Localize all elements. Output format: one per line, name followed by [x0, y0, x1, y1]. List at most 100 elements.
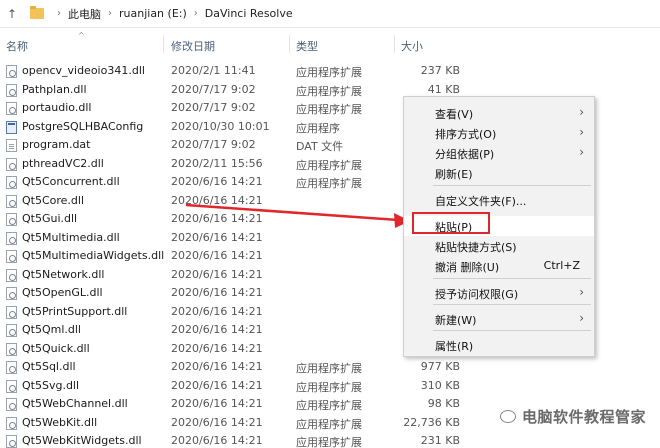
file-name[interactable]: Qt5OpenGL.dll — [22, 286, 103, 299]
paste-highlight-box — [412, 212, 490, 234]
file-name[interactable]: Qt5PrintSupport.dll — [22, 305, 127, 318]
breadcrumb-folder[interactable]: DaVinci Resolve — [205, 7, 293, 20]
file-size: 41 KB — [427, 82, 460, 96]
dll-file-icon — [6, 176, 17, 189]
file-date: 2020/6/16 14:21 — [171, 415, 263, 429]
folder-icon — [30, 6, 44, 19]
dll-file-icon — [6, 287, 17, 300]
address-bar[interactable]: ↑ › 此电脑 › ruanjian (E:) › DaVinci Resolv… — [0, 0, 660, 28]
breadcrumb-drive[interactable]: ruanjian (E:) — [119, 7, 187, 20]
file-row[interactable]: opencv_videoio341.dll 2020/2/1 11:41 应用程序扩… — [0, 62, 660, 81]
file-name[interactable]: Qt5MultimediaWidgets.dll — [22, 249, 164, 262]
column-header-row: ^ 名称 修改日期 类型 大小 — [0, 31, 660, 55]
column-header-size[interactable]: 大小 — [401, 38, 423, 54]
menu-item-view[interactable]: 查看(V) › — [404, 103, 594, 123]
file-row[interactable]: Qt5Sql.dll 2020/6/16 14:21 应用程序扩展 977 KB — [0, 358, 660, 377]
menu-separator — [433, 278, 591, 279]
menu-item-give-access[interactable]: 授予访问权限(G) › — [404, 283, 594, 303]
column-header-date[interactable]: 修改日期 — [171, 38, 215, 54]
menu-item-label: 排序方式(O) — [435, 128, 497, 141]
file-name[interactable]: Qt5Quick.dll — [22, 342, 90, 355]
file-size: 231 KB — [420, 434, 460, 447]
menu-item-new[interactable]: 新建(W) › — [404, 309, 594, 329]
menu-item-group-by[interactable]: 分组依据(P) › — [404, 143, 594, 163]
dll-file-icon — [6, 305, 17, 319]
breadcrumb-this-pc[interactable]: 此电脑 — [68, 6, 101, 22]
file-name[interactable]: Qt5Multimedia.dll — [22, 231, 120, 244]
file-date: 2020/6/16 14:21 — [171, 304, 263, 318]
column-header-name[interactable]: 名称 — [6, 38, 28, 54]
column-divider[interactable] — [394, 35, 395, 53]
menu-item-label: 属性(R) — [435, 340, 474, 353]
file-name[interactable]: Qt5Concurrent.dll — [22, 175, 120, 188]
menu-item-paste-shortcut[interactable]: 粘贴快捷方式(S) — [404, 236, 594, 256]
application-icon — [6, 120, 17, 134]
breadcrumb-separator-icon: › — [108, 8, 112, 19]
file-name[interactable]: Qt5WebKitWidgets.dll — [22, 434, 142, 447]
file-type: 应用程序扩展 — [296, 66, 362, 79]
file-date: 2020/6/16 14:21 — [171, 323, 263, 336]
up-arrow-icon[interactable]: ↑ — [2, 7, 22, 21]
file-date: 2020/6/16 14:21 — [171, 378, 263, 392]
file-name[interactable]: PostgreSQLHBAConfig — [22, 120, 143, 133]
file-type: 应用程序扩展 — [296, 417, 362, 431]
file-type: 应用程序扩展 — [296, 436, 362, 448]
sort-ascending-icon: ^ — [78, 31, 85, 40]
dll-file-icon — [6, 83, 17, 97]
file-date: 2020/6/16 14:21 — [171, 267, 263, 281]
menu-item-sort-by[interactable]: 排序方式(O) › — [404, 123, 594, 143]
file-name[interactable]: Qt5Gui.dll — [22, 212, 77, 225]
menu-item-label: 自定义文件夹(F)... — [435, 195, 527, 208]
file-date: 2020/6/16 14:21 — [171, 286, 263, 299]
file-name[interactable]: pthreadVC2.dll — [22, 157, 104, 170]
dll-file-icon — [6, 102, 17, 115]
file-row[interactable]: Qt5Svg.dll 2020/6/16 14:21 应用程序扩展 310 KB — [0, 377, 660, 396]
file-name[interactable]: opencv_videoio341.dll — [22, 64, 145, 77]
submenu-chevron-icon: › — [579, 105, 584, 119]
file-name[interactable]: Qt5Sql.dll — [22, 360, 76, 373]
menu-item-customize-folder[interactable]: 自定义文件夹(F)... — [404, 190, 594, 210]
file-date: 2020/6/16 14:21 — [171, 397, 263, 410]
file-date: 2020/6/16 14:21 — [171, 341, 263, 355]
column-header-type[interactable]: 类型 — [296, 38, 318, 54]
menu-item-properties[interactable]: 属性(R) — [404, 335, 594, 355]
file-name[interactable]: portaudio.dll — [22, 101, 91, 114]
dat-file-icon — [6, 139, 17, 152]
file-row[interactable]: Qt5WebKitWidgets.dll 2020/6/16 14:21 应用程序扩… — [0, 432, 660, 448]
file-name[interactable]: Qt5Core.dll — [22, 194, 84, 207]
file-name[interactable]: Qt5Qml.dll — [22, 323, 81, 336]
file-date: 2020/2/11 15:56 — [171, 156, 263, 170]
dll-file-icon — [6, 65, 17, 78]
file-date: 2020/6/16 14:21 — [171, 212, 263, 225]
file-date: 2020/10/30 10:01 — [171, 119, 270, 133]
dll-file-icon — [6, 361, 17, 374]
menu-item-label: 粘贴快捷方式(S) — [435, 241, 517, 254]
file-date: 2020/2/1 11:41 — [171, 64, 256, 77]
dll-file-icon — [6, 342, 17, 356]
menu-item-label: 新建(W) — [435, 314, 477, 327]
file-type: 应用程序扩展 — [296, 380, 362, 394]
file-type: DAT 文件 — [296, 140, 344, 153]
file-date: 2020/6/16 14:21 — [171, 193, 263, 207]
column-divider[interactable] — [289, 35, 290, 53]
menu-item-label: 刷新(E) — [435, 168, 473, 181]
file-name[interactable]: program.dat — [22, 138, 91, 151]
file-name[interactable]: Pathplan.dll — [22, 83, 87, 96]
menu-item-label: 撤消 删除(U) — [435, 261, 500, 274]
menu-item-undo-delete[interactable]: 撤消 删除(U) Ctrl+Z — [404, 256, 594, 276]
file-size: 22,736 KB — [403, 415, 460, 429]
menu-item-refresh[interactable]: 刷新(E) — [404, 163, 594, 183]
file-type: 应用程序扩展 — [296, 362, 362, 375]
file-name[interactable]: Qt5Svg.dll — [22, 379, 79, 392]
menu-item-shortcut: Ctrl+Z — [543, 259, 580, 272]
submenu-chevron-icon: › — [579, 285, 584, 299]
breadcrumb-separator-icon: › — [57, 8, 61, 19]
menu-separator — [433, 304, 591, 305]
file-name[interactable]: Qt5Network.dll — [22, 268, 105, 281]
file-name[interactable]: Qt5WebChannel.dll — [22, 397, 128, 410]
column-divider[interactable] — [163, 35, 164, 53]
dll-file-icon — [6, 231, 17, 245]
file-name[interactable]: Qt5WebKit.dll — [22, 416, 97, 429]
file-date: 2020/7/17 9:02 — [171, 101, 256, 114]
file-date: 2020/6/16 14:21 — [171, 434, 263, 447]
